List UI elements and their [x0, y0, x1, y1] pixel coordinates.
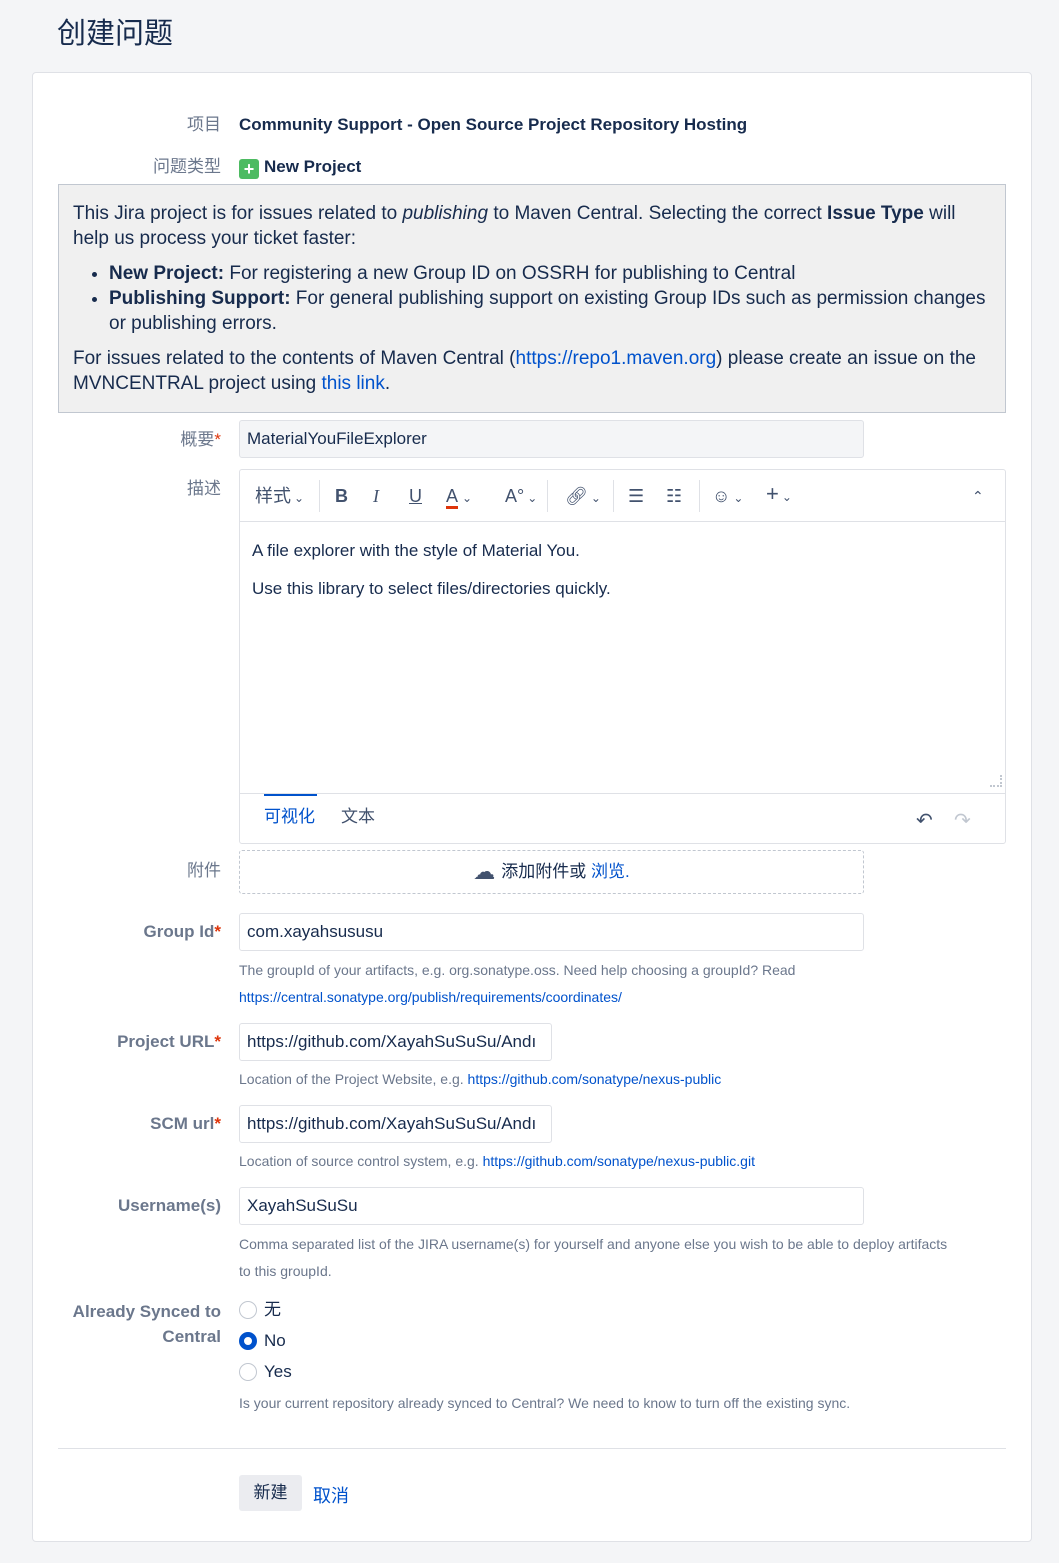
- tab-text[interactable]: 文本: [341, 802, 375, 827]
- underline-button[interactable]: U: [409, 484, 422, 508]
- undo-icon[interactable]: ↶: [916, 808, 933, 833]
- tab-visual[interactable]: 可视化: [264, 802, 315, 827]
- attachment-label: 附件: [187, 861, 221, 880]
- project-url-label: Project URL*: [117, 1032, 221, 1051]
- cloud-upload-icon: ☁: [473, 859, 496, 884]
- text-format-button[interactable]: A° ⌄: [505, 484, 537, 510]
- text-color-button[interactable]: A ⌄: [446, 484, 472, 510]
- project-value: Community Support - Open Source Project …: [239, 115, 748, 134]
- chevron-down-icon: ⌄: [294, 491, 305, 505]
- synced-help: Is your current repository already synce…: [239, 1395, 851, 1411]
- issue-type-label: 问题类型: [153, 157, 221, 176]
- create-button[interactable]: 新建: [239, 1475, 302, 1511]
- bullet-list-icon: ☰: [628, 486, 645, 506]
- synced-radio-no[interactable]: [239, 1332, 257, 1350]
- editor-content[interactable]: A file explorer with the style of Materi…: [252, 532, 611, 608]
- link-icon: 🔗︎: [565, 486, 588, 506]
- chevron-down-icon: ⌄: [590, 491, 601, 505]
- form-divider: [58, 1448, 1006, 1449]
- project-url-input[interactable]: https://github.com/XayahSuSuSu/Andı: [239, 1023, 552, 1061]
- collapse-toolbar-button[interactable]: ⌃: [972, 484, 984, 508]
- smiley-icon: ☺: [712, 486, 731, 506]
- attachment-dropzone[interactable]: ☁ 添加附件或 浏览.: [239, 850, 864, 894]
- list-item: New Project: For registering a new Group…: [109, 261, 991, 286]
- issue-type-list: New Project: For registering a new Group…: [109, 261, 991, 336]
- bullet-list-button[interactable]: ☰: [628, 484, 644, 508]
- usernames-input[interactable]: XayahSuSuSu: [239, 1187, 864, 1225]
- new-project-icon: +: [239, 159, 259, 179]
- usernames-help: Comma separated list of the JIRA usernam…: [239, 1236, 948, 1279]
- group-id-label: Group Id*: [143, 922, 221, 941]
- synced-option-none: 无: [264, 1300, 281, 1319]
- editor-toolbar: 样式 ⌄ B I U A ⌄ A° ⌄ 🔗︎ ⌄ ☰ ☷ ☺ ⌄ + ⌄ ⌃: [240, 470, 1005, 522]
- scm-url-input[interactable]: https://github.com/XayahSuSuSu/Andı: [239, 1105, 552, 1143]
- issue-type-text: New Project: [264, 157, 362, 176]
- link-button[interactable]: 🔗︎ ⌄: [565, 484, 601, 510]
- group-id-help: The groupId of your artifacts, e.g. org.…: [239, 962, 796, 1005]
- summary-label: 概要*: [180, 430, 221, 449]
- description-label: 描述: [187, 479, 221, 498]
- page-title: 创建问题: [57, 18, 174, 50]
- issue-type-value[interactable]: + New Project: [239, 155, 361, 179]
- info-paragraph-1: This Jira project is for issues related …: [73, 203, 956, 249]
- plus-icon: +: [766, 481, 779, 506]
- editor-line: Use this library to select files/directo…: [252, 579, 611, 598]
- info-paragraph-2: For issues related to the contents of Ma…: [73, 348, 977, 394]
- resize-handle[interactable]: [990, 775, 1002, 787]
- chevron-down-icon: ⌄: [733, 491, 744, 505]
- synced-label: Already Synced to Central: [72, 1302, 221, 1346]
- numbered-list-button[interactable]: ☷: [666, 484, 682, 508]
- chevron-down-icon: ⌄: [781, 490, 792, 504]
- chevron-down-icon: ⌄: [527, 491, 538, 505]
- group-id-input[interactable]: com.xayahsususu: [239, 913, 864, 951]
- bold-button[interactable]: B: [335, 484, 348, 508]
- cancel-link[interactable]: 取消: [313, 1482, 349, 1508]
- project-url-help: Location of the Project Website, e.g. ht…: [239, 1071, 722, 1087]
- nexus-public-git-link[interactable]: https://github.com/sonatype/nexus-public…: [483, 1153, 755, 1169]
- project-info-box: This Jira project is for issues related …: [58, 184, 1006, 413]
- insert-button[interactable]: + ⌄: [766, 482, 792, 509]
- create-issue-form: 项目 Community Support - Open Source Proje…: [32, 72, 1032, 1542]
- style-dropdown[interactable]: 样式 ⌄: [255, 484, 304, 510]
- double-chevron-up-icon: ⌃: [972, 488, 984, 504]
- synced-option-yes: Yes: [264, 1362, 292, 1381]
- synced-radio-yes[interactable]: [239, 1363, 257, 1381]
- italic-button[interactable]: I: [373, 484, 379, 508]
- synced-option-no: No: [264, 1331, 286, 1350]
- coordinates-link[interactable]: https://central.sonatype.org/publish/req…: [239, 989, 622, 1005]
- scm-url-label: SCM url*: [150, 1114, 221, 1133]
- editor-line: A file explorer with the style of Materi…: [252, 541, 580, 560]
- numbered-list-icon: ☷: [666, 486, 683, 506]
- scm-url-help: Location of source control system, e.g. …: [239, 1153, 755, 1169]
- text-color-icon: A: [446, 486, 459, 509]
- chevron-down-icon: ⌄: [462, 491, 473, 505]
- emoji-button[interactable]: ☺ ⌄: [712, 484, 743, 510]
- editor-footer: 可视化 文本 ↶ ↷: [240, 793, 1005, 845]
- mvncentral-link[interactable]: this link: [321, 373, 384, 394]
- browse-link[interactable]: 浏览.: [591, 862, 630, 881]
- project-label: 项目: [187, 115, 221, 134]
- list-item: Publishing Support: For general publishi…: [109, 286, 991, 336]
- nexus-public-link[interactable]: https://github.com/sonatype/nexus-public: [468, 1071, 722, 1087]
- clear-format-icon: A°: [505, 486, 525, 506]
- usernames-label: Username(s): [118, 1196, 221, 1215]
- summary-input[interactable]: MaterialYouFileExplorer: [239, 420, 864, 458]
- maven-repo-link[interactable]: https://repo1.maven.org: [516, 348, 717, 369]
- synced-radio-none[interactable]: [239, 1301, 257, 1319]
- description-editor: 样式 ⌄ B I U A ⌄ A° ⌄ 🔗︎ ⌄ ☰ ☷ ☺ ⌄ + ⌄ ⌃ A file …: [239, 469, 1006, 844]
- redo-icon[interactable]: ↷: [954, 808, 971, 833]
